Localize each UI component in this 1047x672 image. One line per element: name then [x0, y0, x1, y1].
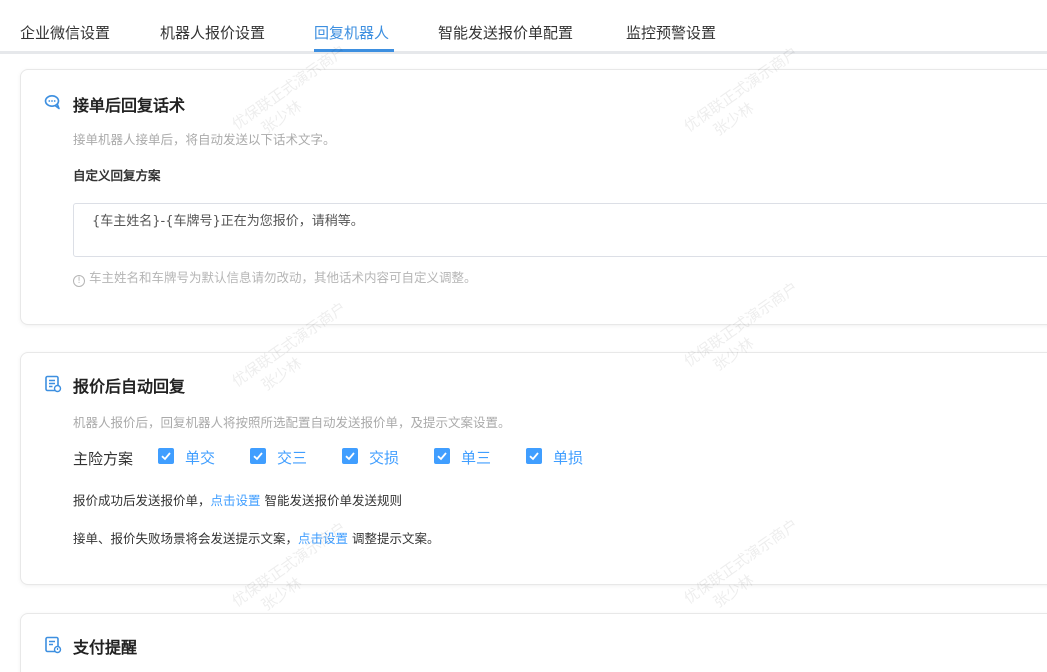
checkbox-dan-sun[interactable] [526, 448, 542, 464]
main-plan-row: 主险方案 单交 交三 交损 单三 单损 [73, 446, 633, 468]
checkbox-label[interactable]: 单损 [553, 447, 583, 468]
hint-text: ! 车主姓名和车牌号为默认信息请勿改动，其他话术内容可自定义调整。 [73, 267, 477, 287]
card-reply-after-accept: 接单后回复话术 接单机器人接单后，将自动发送以下话术文字。 自定义回复方案 {车… [20, 69, 1047, 325]
checkbox-label[interactable]: 单交 [185, 447, 215, 468]
card-payment-reminder: 支付提醒 [20, 613, 1047, 672]
section-title: 支付提醒 [73, 638, 138, 657]
section-title: 接单后回复话术 [73, 96, 186, 115]
check-icon [345, 452, 355, 461]
active-tab-indicator [314, 49, 394, 52]
checkbox-dan-san[interactable] [434, 448, 450, 464]
reply-text-input[interactable]: {车主姓名}-{车牌号}正在为您报价，请稍等。 [73, 203, 1047, 257]
checkbox-jiao-sun[interactable] [342, 448, 358, 464]
failure-scenario-line: 接单、报价失败场景将会发送提示文案，点击设置 调整提示文案。 [73, 528, 440, 547]
custom-reply-label: 自定义回复方案 [73, 168, 161, 183]
tab-monitor-alert-settings[interactable]: 监控预警设置 [626, 22, 716, 43]
tab-reply-robot[interactable]: 回复机器人 [314, 22, 389, 43]
tab-wecom-settings[interactable]: 企业微信设置 [20, 22, 110, 43]
card-auto-reply-after-quote: 报价后自动回复 机器人报价后，回复机器人将按照所选配置自动发送报价单，及提示文案… [20, 352, 1047, 585]
checkbox-dan-jiao[interactable] [158, 448, 174, 464]
check-icon [529, 452, 539, 461]
failure-scenario-suffix: 调整提示文案。 [348, 531, 440, 546]
quote-success-suffix: 智能发送报价单发送规则 [260, 493, 403, 508]
hint-message: 车主姓名和车牌号为默认信息请勿改动，其他话术内容可自定义调整。 [89, 270, 477, 285]
tab-robot-quote-settings[interactable]: 机器人报价设置 [160, 22, 265, 43]
check-icon [253, 452, 263, 461]
prompt-text-settings-link[interactable]: 点击设置 [298, 531, 348, 546]
tab-smart-send-quote-config[interactable]: 智能发送报价单配置 [438, 22, 573, 43]
checkbox-jiao-san[interactable] [250, 448, 266, 464]
checkbox-label[interactable]: 交三 [277, 447, 307, 468]
document-list-icon [45, 375, 62, 393]
quote-success-line: 报价成功后发送报价单，点击设置 智能发送报价单发送规则 [73, 490, 402, 509]
smart-send-settings-link[interactable]: 点击设置 [211, 493, 261, 508]
check-icon [437, 452, 447, 461]
info-icon: ! [73, 275, 85, 287]
chat-bubble-icon [44, 95, 60, 110]
section-description: 机器人报价后，回复机器人将按照所选配置自动发送报价单，及提示文案设置。 [73, 415, 511, 430]
checkbox-label[interactable]: 交损 [369, 447, 399, 468]
checkbox-label[interactable]: 单三 [461, 447, 491, 468]
check-icon [161, 452, 171, 461]
quote-success-text: 报价成功后发送报价单， [73, 493, 211, 508]
main-plan-label: 主险方案 [73, 450, 134, 468]
failure-scenario-text: 接单、报价失败场景将会发送提示文案， [73, 531, 299, 546]
page-root: 企业微信设置 机器人报价设置 回复机器人 智能发送报价单配置 监控预警设置 接单… [0, 0, 1047, 672]
section-description: 接单机器人接单后，将自动发送以下话术文字。 [73, 132, 336, 147]
section-title: 报价后自动回复 [73, 377, 186, 396]
tab-bar: 企业微信设置 机器人报价设置 回复机器人 智能发送报价单配置 监控预警设置 [0, 0, 1047, 54]
payment-document-icon [45, 636, 62, 654]
